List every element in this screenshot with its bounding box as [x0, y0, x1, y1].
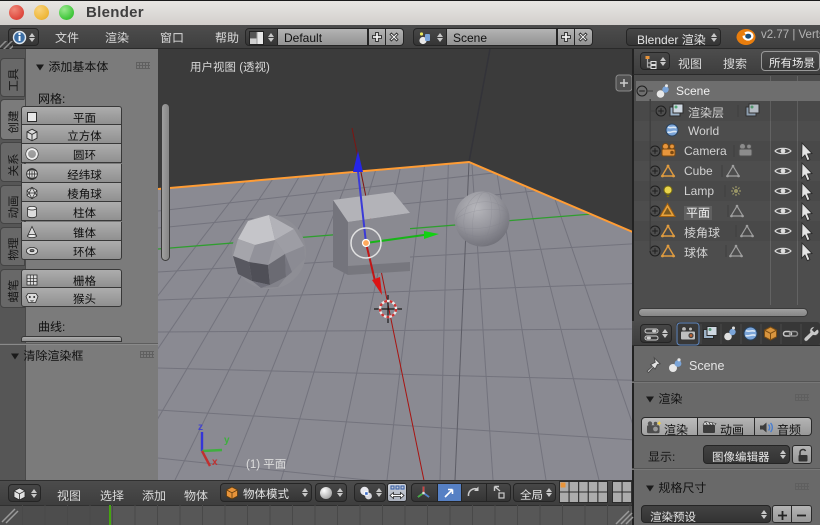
svg-text:y: y — [224, 435, 230, 446]
svg-text:z: z — [198, 422, 203, 433]
svg-text:x: x — [212, 457, 218, 468]
svg-text:(1) 平面: (1) 平面 — [246, 459, 286, 471]
svg-text:用户视图 (透视): 用户视图 (透视) — [190, 61, 270, 74]
